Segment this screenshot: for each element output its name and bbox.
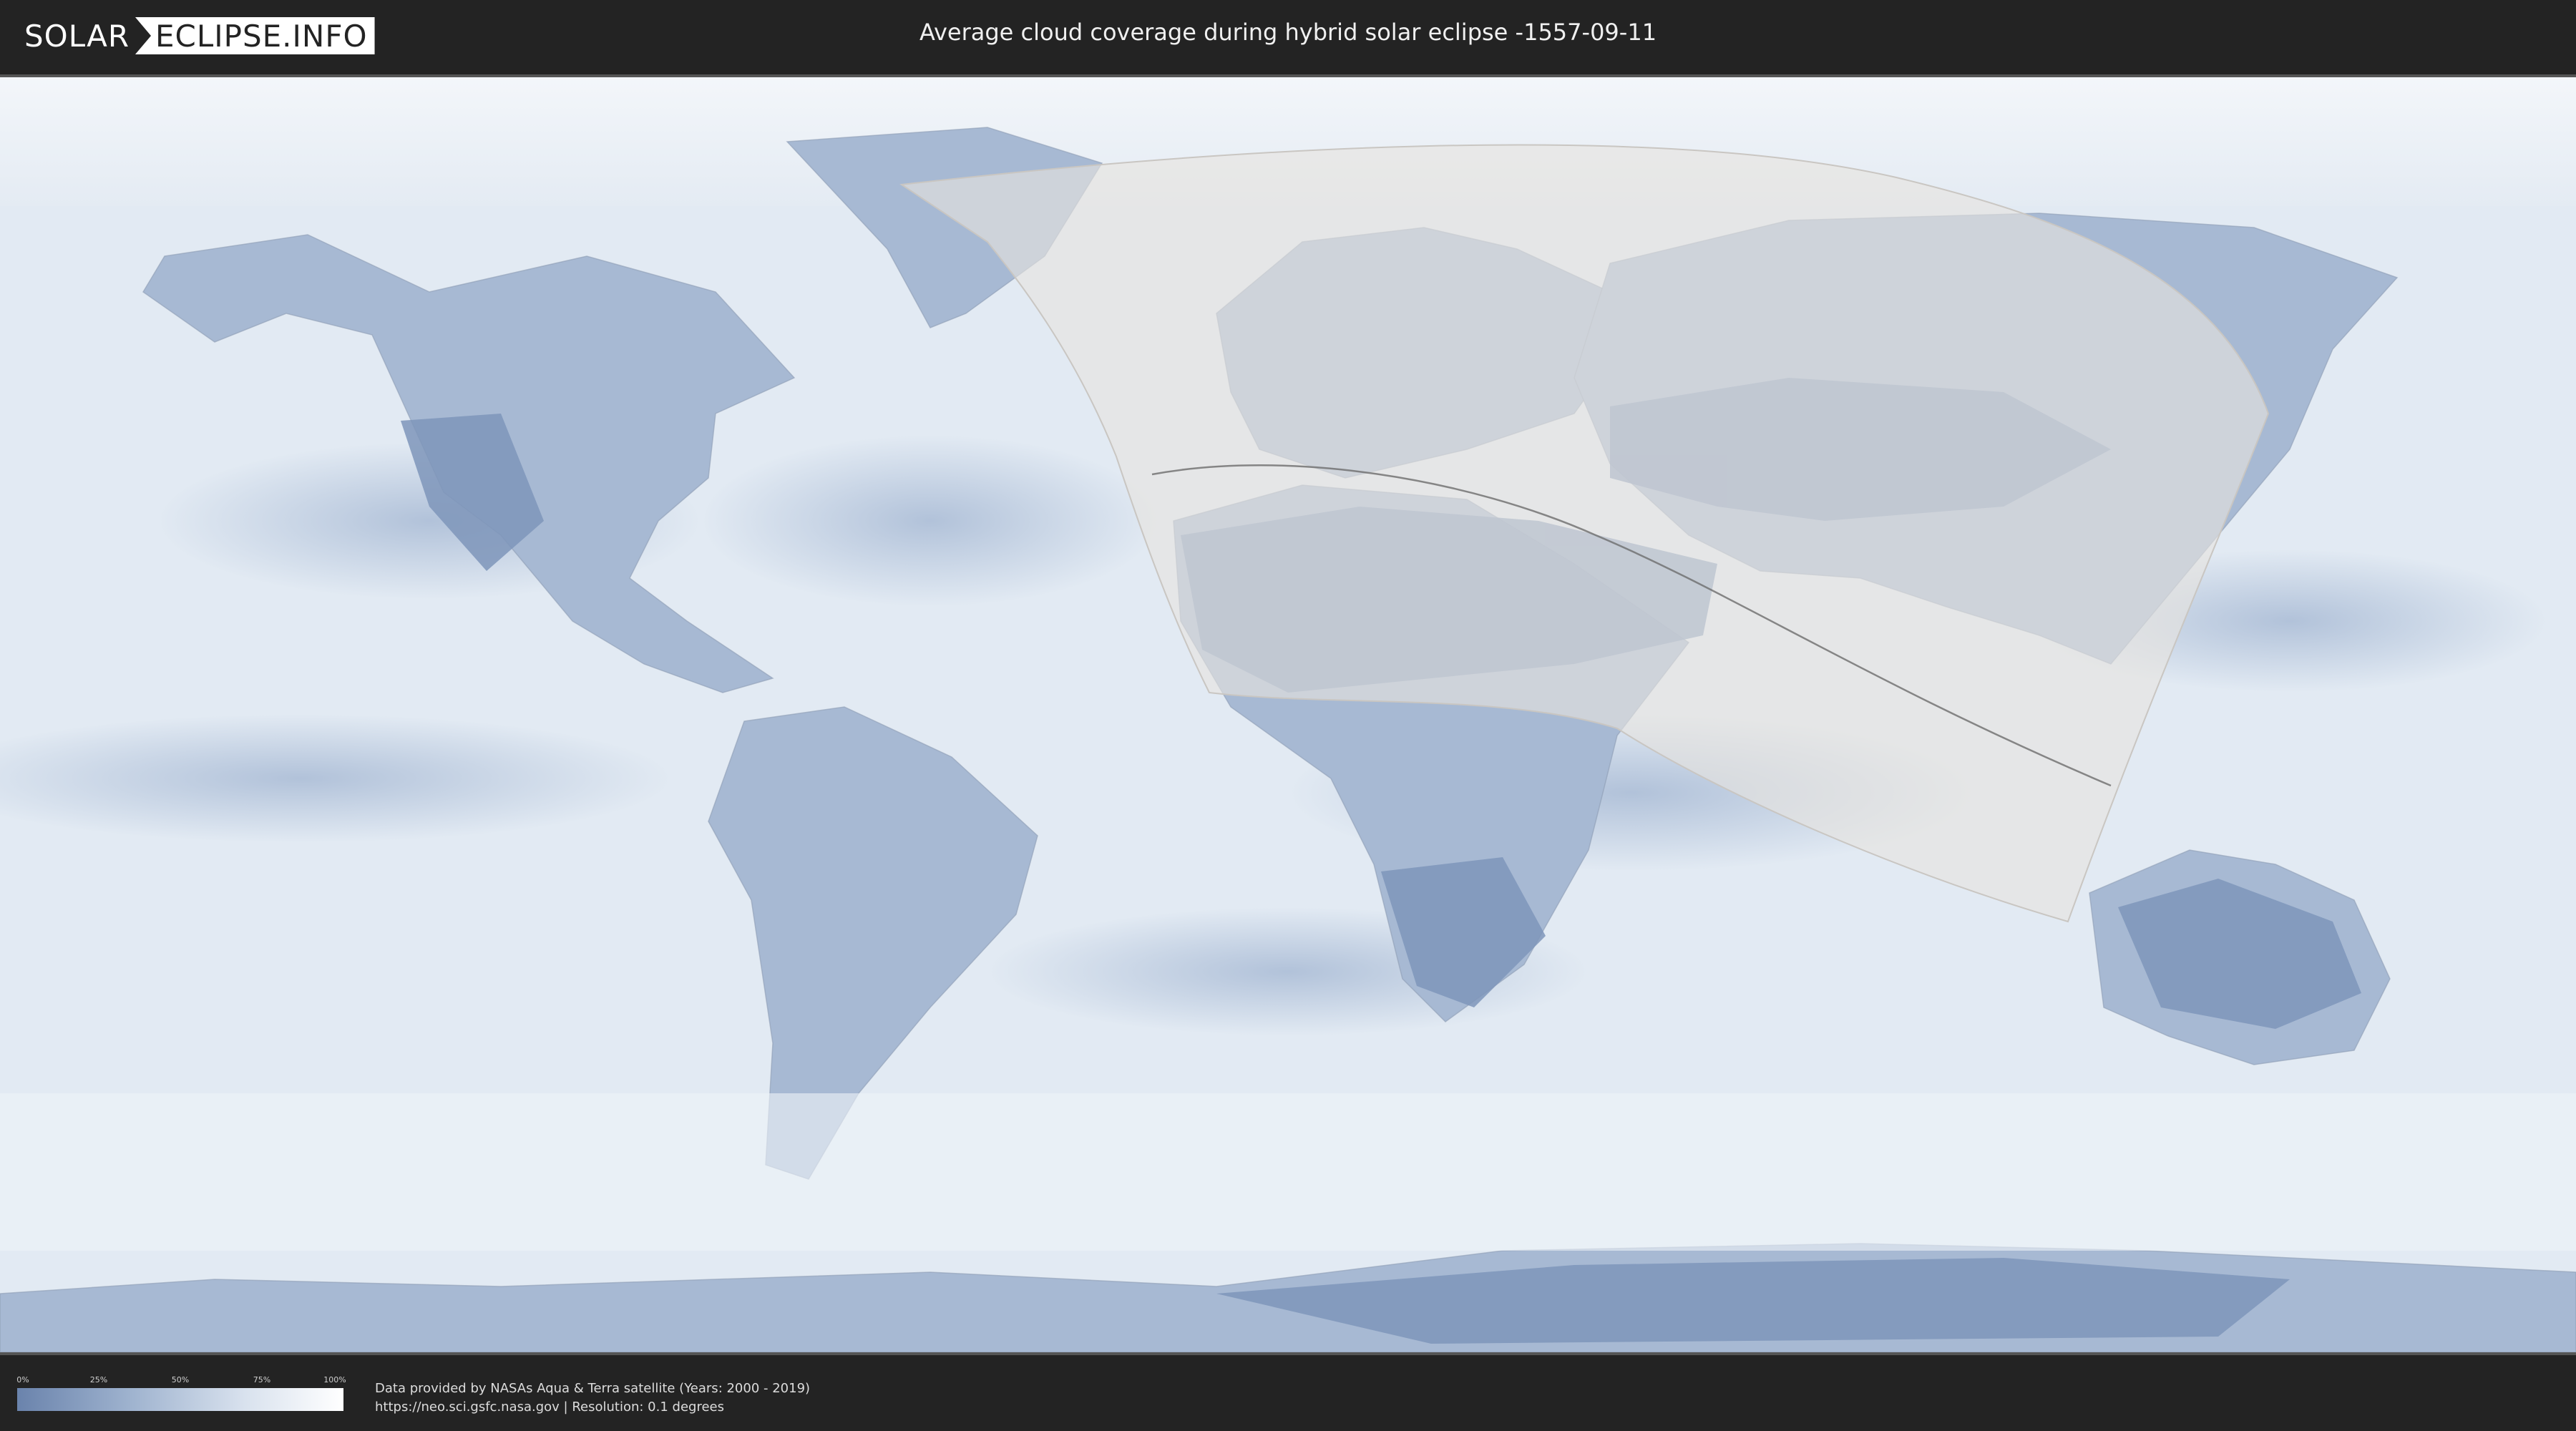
data-credit: Data provided by NASAs Aqua & Terra sate… xyxy=(375,1379,810,1417)
world-map xyxy=(0,77,2576,1352)
cloud-coverage-legend: 0% 25% 50% 75% 100% xyxy=(16,1375,346,1411)
legend-label-100: 100% xyxy=(323,1375,346,1384)
header-bar: SOLAR ECLIPSE.INFO Average cloud coverag… xyxy=(0,0,2576,72)
legend-label-75: 75% xyxy=(253,1375,271,1384)
footer-bar: 0% 25% 50% 75% 100% Data provided by NAS… xyxy=(0,1355,2576,1431)
legend-label-50: 50% xyxy=(171,1375,190,1384)
legend-gradient-bar xyxy=(17,1388,343,1411)
legend-label-25: 25% xyxy=(89,1375,108,1384)
clear-band xyxy=(701,435,1159,607)
legend-label-0: 0% xyxy=(16,1375,29,1384)
credit-line-url[interactable]: https://neo.sci.gsfc.nasa.gov | Resoluti… xyxy=(375,1398,810,1417)
cloud-coverage-map xyxy=(0,74,2576,1355)
credit-line-source: Data provided by NASAs Aqua & Terra sate… xyxy=(375,1381,811,1396)
page-title: Average cloud coverage during hybrid sol… xyxy=(919,19,1657,46)
southern-ocean-cloud-belt xyxy=(0,1093,2576,1251)
legend-labels: 0% 25% 50% 75% 100% xyxy=(16,1375,346,1385)
